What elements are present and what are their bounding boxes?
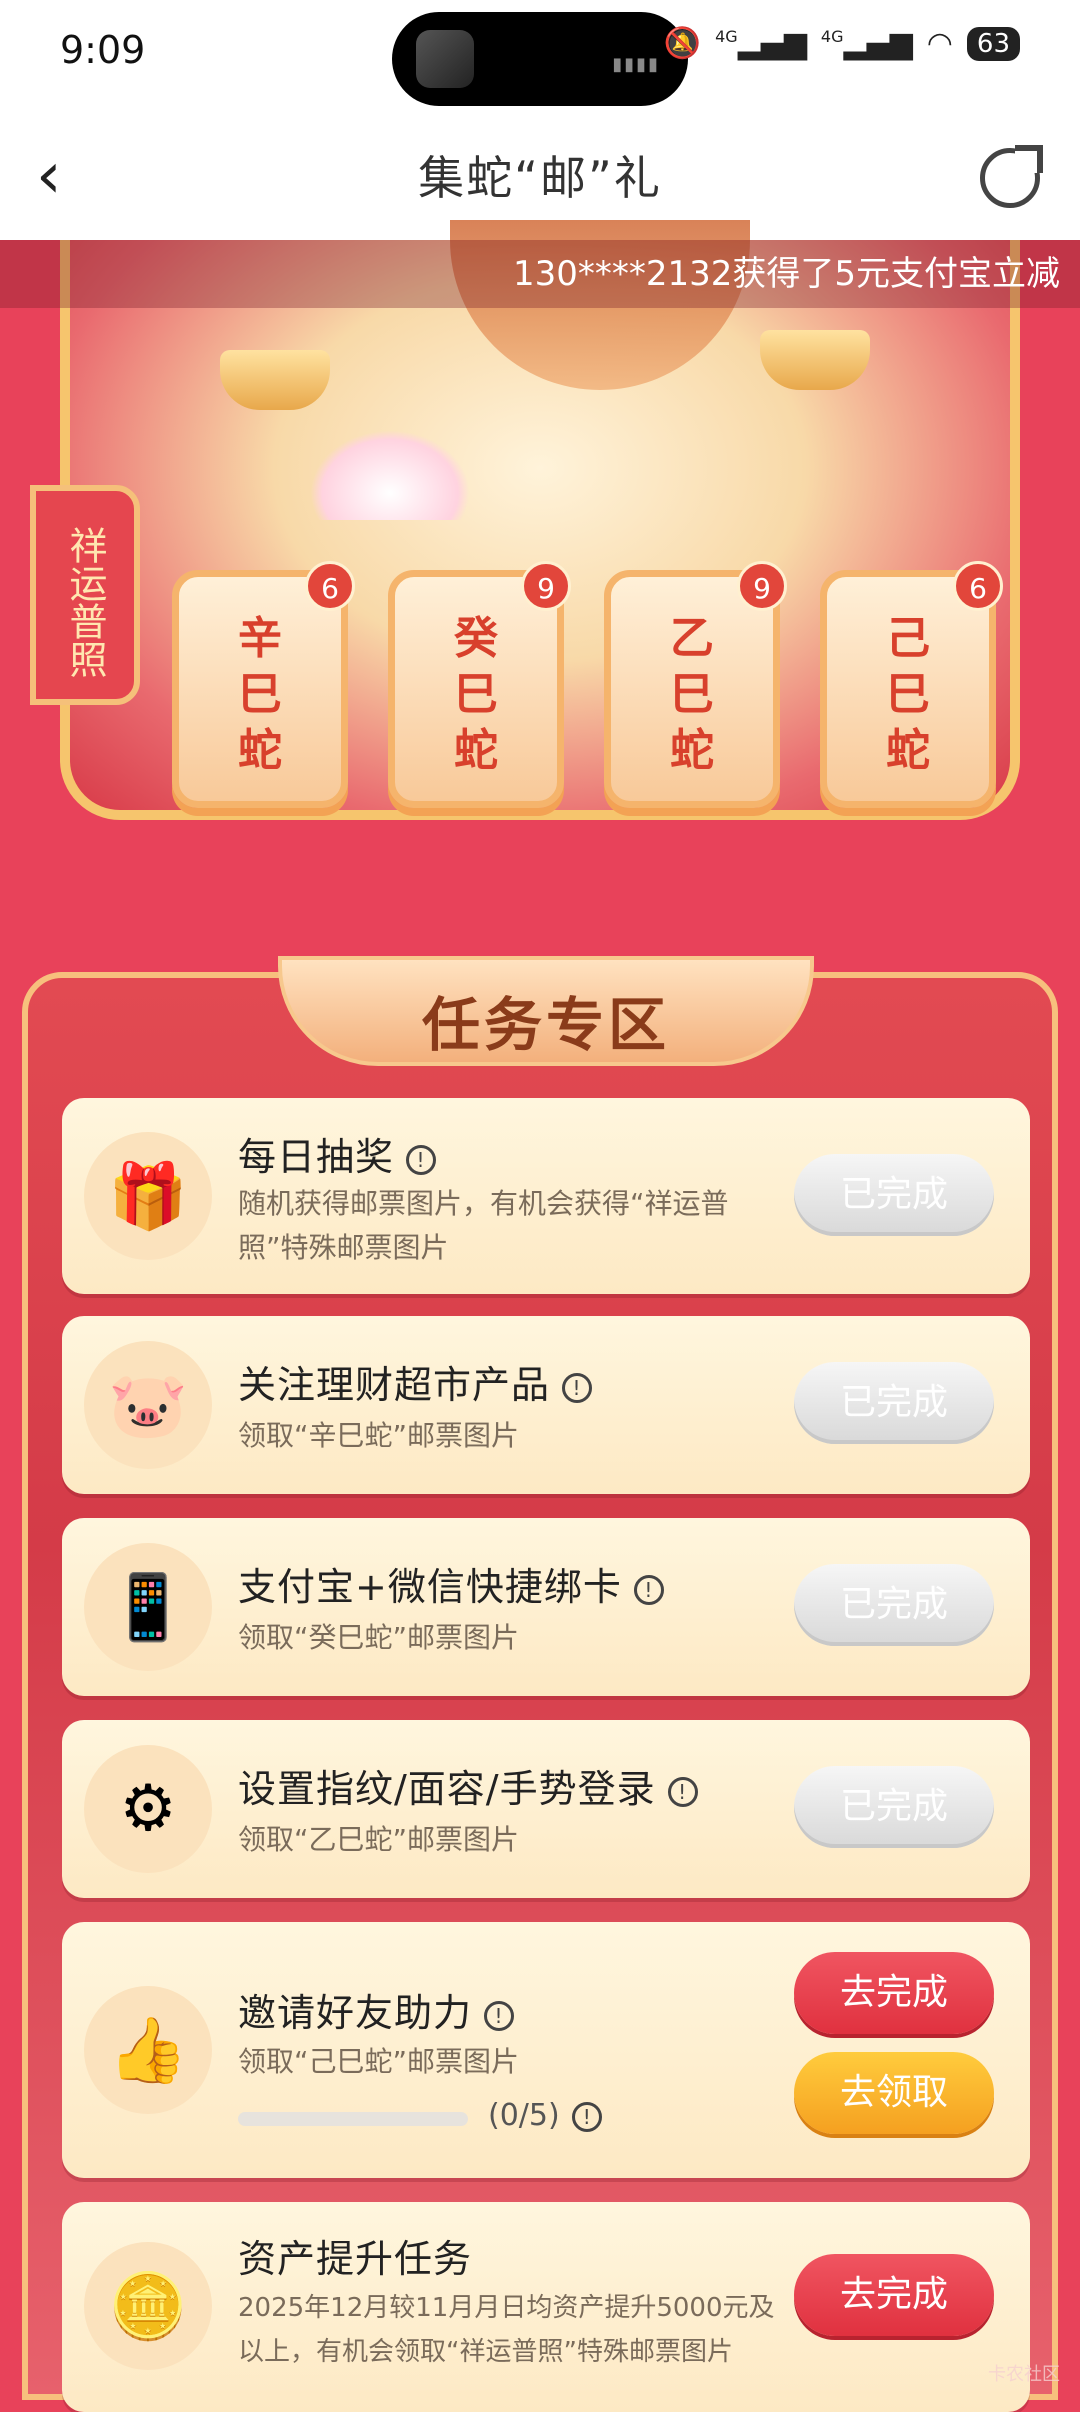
- lotus-icon: [310, 430, 470, 520]
- phone-card-icon: 📱: [84, 1543, 212, 1671]
- signal-icon: 4G▂▄▆: [715, 26, 807, 61]
- claim-button[interactable]: 去领取: [794, 2052, 994, 2134]
- stamp-label: 辛巳蛇: [179, 611, 341, 779]
- completed-button[interactable]: 已完成: [794, 1766, 994, 1848]
- island-thumbnail: [416, 30, 474, 88]
- task-title: 资产提升任务: [238, 2228, 472, 2283]
- share-icon[interactable]: [980, 148, 1040, 208]
- task-title: 支付宝+微信快捷绑卡!: [238, 1556, 664, 1611]
- watermark: 卡农社区: [988, 2360, 1060, 2386]
- go-complete-button[interactable]: 去完成: [794, 2254, 994, 2336]
- invite-progress-bar: [238, 2112, 468, 2126]
- stamp-label: 癸巳蛇: [395, 611, 557, 779]
- stamp-yi-si-she[interactable]: 乙巳蛇 9: [604, 570, 780, 808]
- panel-title-ribbon: 任务专区: [278, 956, 814, 1066]
- piggy-bank-icon: 🐷: [84, 1341, 212, 1469]
- wifi-icon: ◠: [927, 26, 953, 61]
- stamp-label: 乙巳蛇: [611, 611, 773, 779]
- banner: 130****2132获得了5元支付宝立减 祥运普照 辛巳蛇 6 癸巳蛇 9 乙…: [0, 240, 1080, 860]
- task-title: 设置指纹/面容/手势登录!: [238, 1758, 698, 1813]
- gold-ingot-icon: [760, 330, 870, 390]
- info-icon[interactable]: !: [634, 1575, 664, 1605]
- battery-indicator: 63: [967, 27, 1020, 61]
- progress-text: (0/5)!: [488, 2098, 602, 2133]
- stamp-xiangyun[interactable]: 祥运普照: [30, 485, 140, 705]
- task-desc: 随机获得邮票图片，有机会获得“祥运普照”特殊邮票图片: [238, 1182, 778, 1270]
- task-bind-card: 📱 支付宝+微信快捷绑卡! 领取“癸巳蛇”邮票图片 已完成: [62, 1518, 1030, 1696]
- info-icon[interactable]: !: [406, 1145, 436, 1175]
- stamp-xin-si-she[interactable]: 辛巳蛇 6: [172, 570, 348, 808]
- task-follow-products: 🐷 关注理财超市产品! 领取“辛巳蛇”邮票图片 已完成: [62, 1316, 1030, 1494]
- stamp-count-badge: 9: [737, 561, 787, 611]
- page-title: 集蛇“邮”礼: [0, 142, 1080, 208]
- info-icon[interactable]: !: [668, 1777, 698, 1807]
- dynamic-island: ▮▮▮▮: [392, 12, 688, 106]
- status-time: 9:09: [60, 28, 145, 72]
- status-bar: 9:09 ▮▮▮▮ 🔕 4G▂▄▆ 4G▂▄▆ ◠ 63: [0, 0, 1080, 120]
- completed-button[interactable]: 已完成: [794, 1564, 994, 1646]
- gift-icon: 🎁: [84, 1132, 212, 1260]
- signal-icon-2: 4G▂▄▆: [821, 26, 913, 61]
- info-icon[interactable]: !: [562, 1373, 592, 1403]
- task-desc: 领取“癸巳蛇”邮票图片: [238, 1616, 778, 1660]
- completed-button[interactable]: 已完成: [794, 1362, 994, 1444]
- task-biometric-login: ⚙ 设置指纹/面容/手势登录! 领取“乙巳蛇”邮票图片 已完成: [62, 1720, 1030, 1898]
- info-icon[interactable]: !: [572, 2102, 602, 2132]
- completed-button[interactable]: 已完成: [794, 1154, 994, 1236]
- task-invite-friends: 👍 邀请好友助力! 领取“己巳蛇”邮票图片 (0/5)! 去完成 去领取: [62, 1922, 1030, 2178]
- stamp-label: 己巳蛇: [827, 611, 989, 779]
- task-desc: 2025年12月较11月月日均资产提升5000元及以上，有机会领取“祥运普照”特…: [238, 2286, 778, 2374]
- mute-icon: 🔕: [664, 26, 701, 61]
- gear-icon: ⚙: [84, 1745, 212, 1873]
- stamp-gui-si-she[interactable]: 癸巳蛇 9: [388, 570, 564, 808]
- panel-title: 任务专区: [282, 978, 810, 1062]
- stamp-ji-si-she[interactable]: 己巳蛇 6: [820, 570, 996, 808]
- coins-icon: 🪙: [84, 2242, 212, 2370]
- gold-ingot-icon: [220, 350, 330, 410]
- task-desc: 领取“辛巳蛇”邮票图片: [238, 1414, 778, 1458]
- task-daily-lottery: 🎁 每日抽奖! 随机获得邮票图片，有机会获得“祥运普照”特殊邮票图片 已完成: [62, 1098, 1030, 1294]
- island-dots: ▮▮▮▮: [612, 54, 660, 75]
- task-desc: 领取“己巳蛇”邮票图片: [238, 2040, 778, 2084]
- info-icon[interactable]: !: [484, 2001, 514, 2031]
- task-panel: 任务专区 🎁 每日抽奖! 随机获得邮票图片，有机会获得“祥运普照”特殊邮票图片 …: [22, 972, 1058, 2400]
- winner-ticker: 130****2132获得了5元支付宝立减: [0, 240, 1080, 308]
- stamp-count-badge: 9: [521, 561, 571, 611]
- task-asset-upgrade: 🪙 资产提升任务 2025年12月较11月月日均资产提升5000元及以上，有机会…: [62, 2202, 1030, 2412]
- task-title: 邀请好友助力!: [238, 1982, 514, 2037]
- stamp-count-badge: 6: [305, 561, 355, 611]
- thumbs-up-icon: 👍: [84, 1986, 212, 2114]
- task-title: 关注理财超市产品!: [238, 1354, 592, 1409]
- system-icons: 🔕 4G▂▄▆ 4G▂▄▆ ◠ 63: [664, 26, 1020, 61]
- task-title: 每日抽奖!: [238, 1126, 436, 1181]
- task-desc: 领取“乙巳蛇”邮票图片: [238, 1818, 778, 1862]
- go-complete-button[interactable]: 去完成: [794, 1952, 994, 2034]
- stamp-count-badge: 6: [953, 561, 1003, 611]
